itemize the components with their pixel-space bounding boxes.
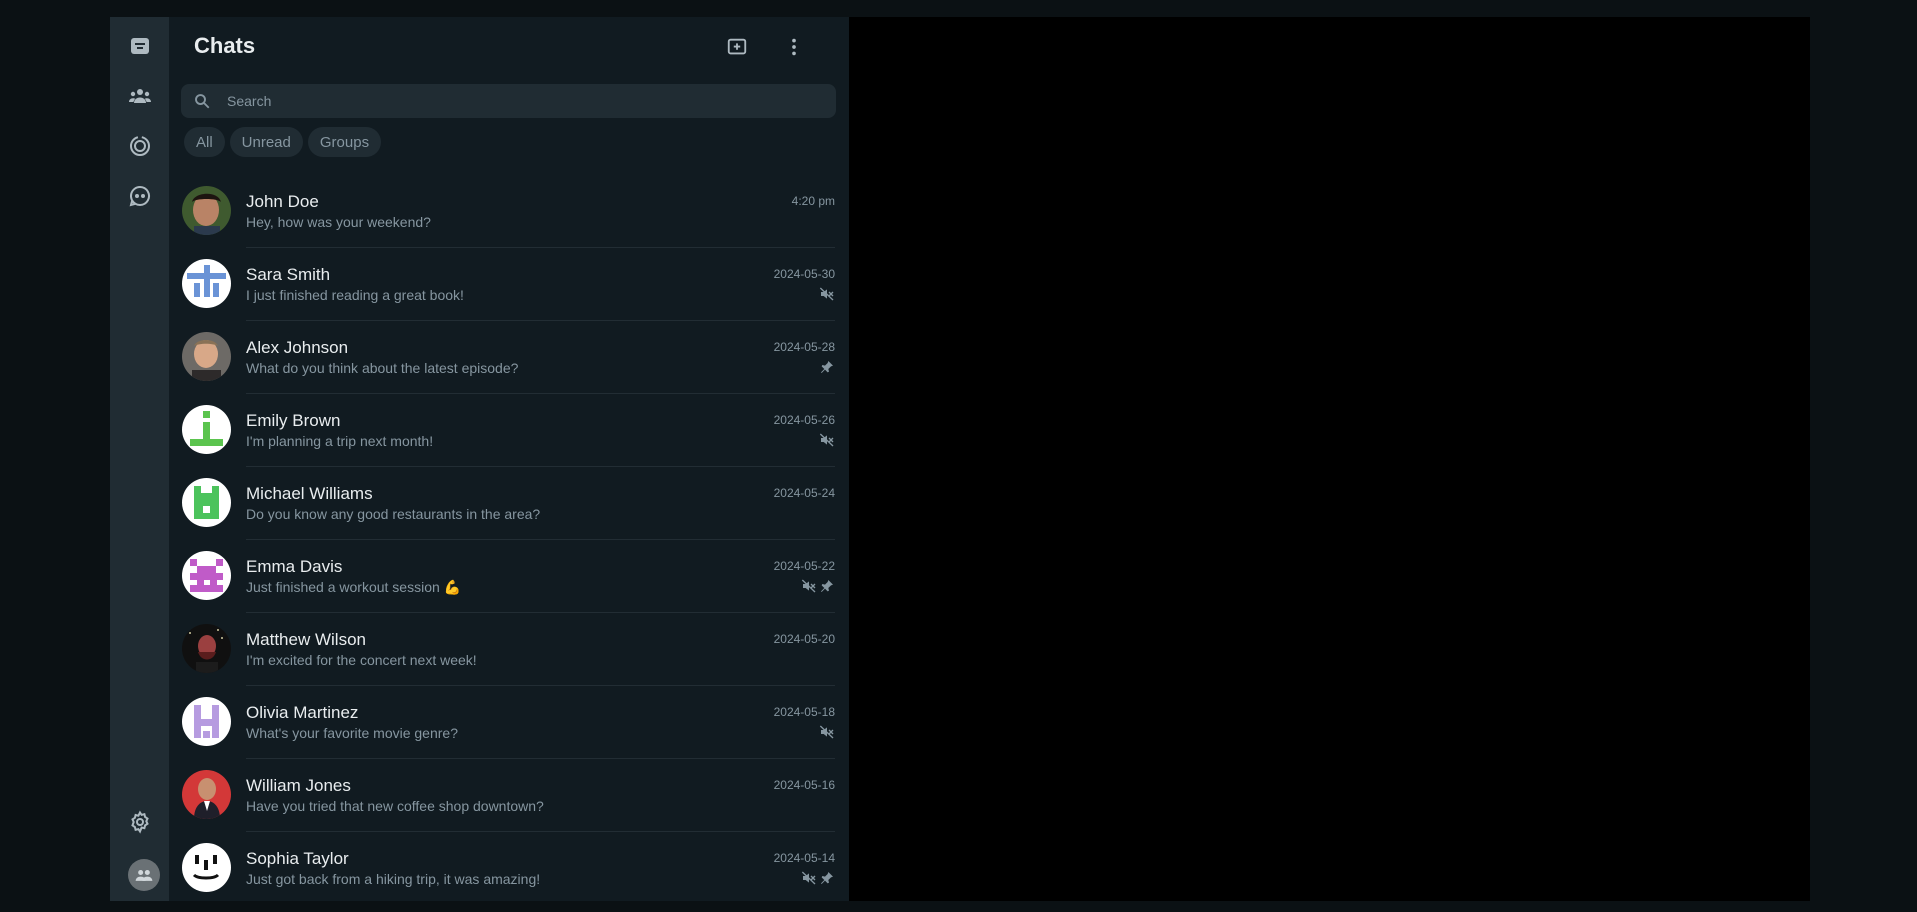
chat-name: Sophia Taylor <box>246 849 349 868</box>
chat-info: Sara Smith I just finished reading a gre… <box>246 248 835 321</box>
chat-preview: What do you think about the latest episo… <box>246 360 519 376</box>
chat-preview: Do you know any good restaurants in the … <box>246 506 541 522</box>
chat-badges <box>801 578 835 594</box>
chat-preview: What's your favorite movie genre? <box>246 725 458 741</box>
muted-icon <box>819 724 835 740</box>
avatar <box>182 551 231 600</box>
chat-row[interactable]: Olivia Martinez What's your favorite mov… <box>169 686 849 759</box>
chat-time: 2024-05-20 <box>773 632 835 646</box>
muted-icon <box>819 432 835 448</box>
conversation-pane <box>849 17 1810 901</box>
avatar <box>182 478 231 527</box>
search-icon <box>193 92 211 110</box>
filter-all[interactable]: All <box>184 127 225 157</box>
chats-icon[interactable] <box>127 33 153 59</box>
avatar <box>182 843 231 892</box>
avatar <box>182 259 231 308</box>
communities-icon[interactable] <box>127 83 153 109</box>
chat-preview: Just finished a workout session 💪 <box>246 579 462 595</box>
chat-badges <box>819 286 835 302</box>
chat-info: Emma Davis Just finished a workout sessi… <box>246 540 835 613</box>
search-input[interactable] <box>225 83 836 119</box>
kebab-menu-icon[interactable] <box>781 34 807 60</box>
chat-info: Sophia Taylor Just got back from a hikin… <box>246 832 835 901</box>
chat-badges <box>801 870 835 886</box>
chat-time: 2024-05-26 <box>773 413 835 427</box>
chat-row[interactable]: Emma Davis Just finished a workout sessi… <box>169 540 849 613</box>
chat-preview: Have you tried that new coffee shop down… <box>246 798 544 814</box>
chat-info: Michael Williams Do you know any good re… <box>246 467 835 540</box>
new-chat-icon[interactable] <box>724 34 750 60</box>
avatar <box>182 770 231 819</box>
chat-time: 2024-05-18 <box>773 705 835 719</box>
chat-row[interactable]: William Jones Have you tried that new co… <box>169 759 849 832</box>
chat-row[interactable]: Emily Brown I'm planning a trip next mon… <box>169 394 849 467</box>
chat-badges <box>819 432 835 448</box>
chat-info: Matthew Wilson I'm excited for the conce… <box>246 613 835 686</box>
chat-preview: I'm planning a trip next month! <box>246 433 434 449</box>
filter-chips: All Unread Groups <box>184 127 382 157</box>
chat-preview: I'm excited for the concert next week! <box>246 652 477 668</box>
chat-info: Olivia Martinez What's your favorite mov… <box>246 686 835 759</box>
chat-info: William Jones Have you tried that new co… <box>246 759 835 832</box>
chat-name: Matthew Wilson <box>246 630 366 649</box>
pin-icon <box>819 578 835 594</box>
chat-time: 2024-05-16 <box>773 778 835 792</box>
pin-icon <box>819 359 835 375</box>
avatar <box>182 624 231 673</box>
avatar <box>182 697 231 746</box>
chat-name: John Doe <box>246 192 319 211</box>
avatar <box>182 186 231 235</box>
chat-list: John Doe Hey, how was your weekend? 4:20… <box>169 175 849 901</box>
search-bar <box>181 83 836 119</box>
chat-name: Sara Smith <box>246 265 331 284</box>
avatar <box>182 405 231 454</box>
chat-time: 2024-05-22 <box>773 559 835 573</box>
chat-name: William Jones <box>246 776 351 795</box>
chat-badges <box>819 359 835 375</box>
filter-unread[interactable]: Unread <box>229 127 303 157</box>
channels-icon[interactable] <box>127 183 153 209</box>
chat-row[interactable]: John Doe Hey, how was your weekend? 4:20… <box>169 175 849 248</box>
chat-name: Emily Brown <box>246 411 341 430</box>
chat-row[interactable]: Sophia Taylor Just got back from a hikin… <box>169 832 849 901</box>
chat-time: 2024-05-30 <box>773 267 835 281</box>
chat-row[interactable]: Michael Williams Do you know any good re… <box>169 467 849 540</box>
chat-preview: I just finished reading a great book! <box>246 287 464 303</box>
chat-list-panel: Chats All Unread Groups <box>169 17 849 901</box>
pin-icon <box>819 870 835 886</box>
chat-preview: Just got back from a hiking trip, it was… <box>246 871 541 887</box>
chat-time: 2024-05-14 <box>773 851 835 865</box>
chat-info: John Doe Hey, how was your weekend? 4:20… <box>246 175 835 248</box>
nav-rail <box>110 17 169 901</box>
avatar <box>182 332 231 381</box>
chat-time: 2024-05-24 <box>773 486 835 500</box>
chat-info: Emily Brown I'm planning a trip next mon… <box>246 394 835 467</box>
chat-row[interactable]: Alex Johnson What do you think about the… <box>169 321 849 394</box>
profile-avatar-icon[interactable] <box>128 859 160 891</box>
status-icon[interactable] <box>127 133 153 159</box>
muted-icon <box>801 578 817 594</box>
chat-time: 4:20 pm <box>791 194 835 208</box>
filter-groups[interactable]: Groups <box>307 127 382 157</box>
muted-icon <box>801 870 817 886</box>
chat-time: 2024-05-28 <box>773 340 835 354</box>
muted-icon <box>819 286 835 302</box>
chat-name: Emma Davis <box>246 557 343 576</box>
chat-row[interactable]: Matthew Wilson I'm excited for the conce… <box>169 613 849 686</box>
app-window: Chats All Unread Groups <box>110 17 1810 901</box>
chat-name: Alex Johnson <box>246 338 349 357</box>
chat-row[interactable]: Sara Smith I just finished reading a gre… <box>169 248 849 321</box>
chat-name: Michael Williams <box>246 484 373 503</box>
chat-info: Alex Johnson What do you think about the… <box>246 321 835 394</box>
panel-header: Chats <box>169 17 849 83</box>
chat-name: Olivia Martinez <box>246 703 359 722</box>
chat-preview: Hey, how was your weekend? <box>246 214 431 230</box>
settings-icon[interactable] <box>127 809 153 835</box>
page-title: Chats <box>194 33 256 58</box>
chat-badges <box>819 724 835 740</box>
